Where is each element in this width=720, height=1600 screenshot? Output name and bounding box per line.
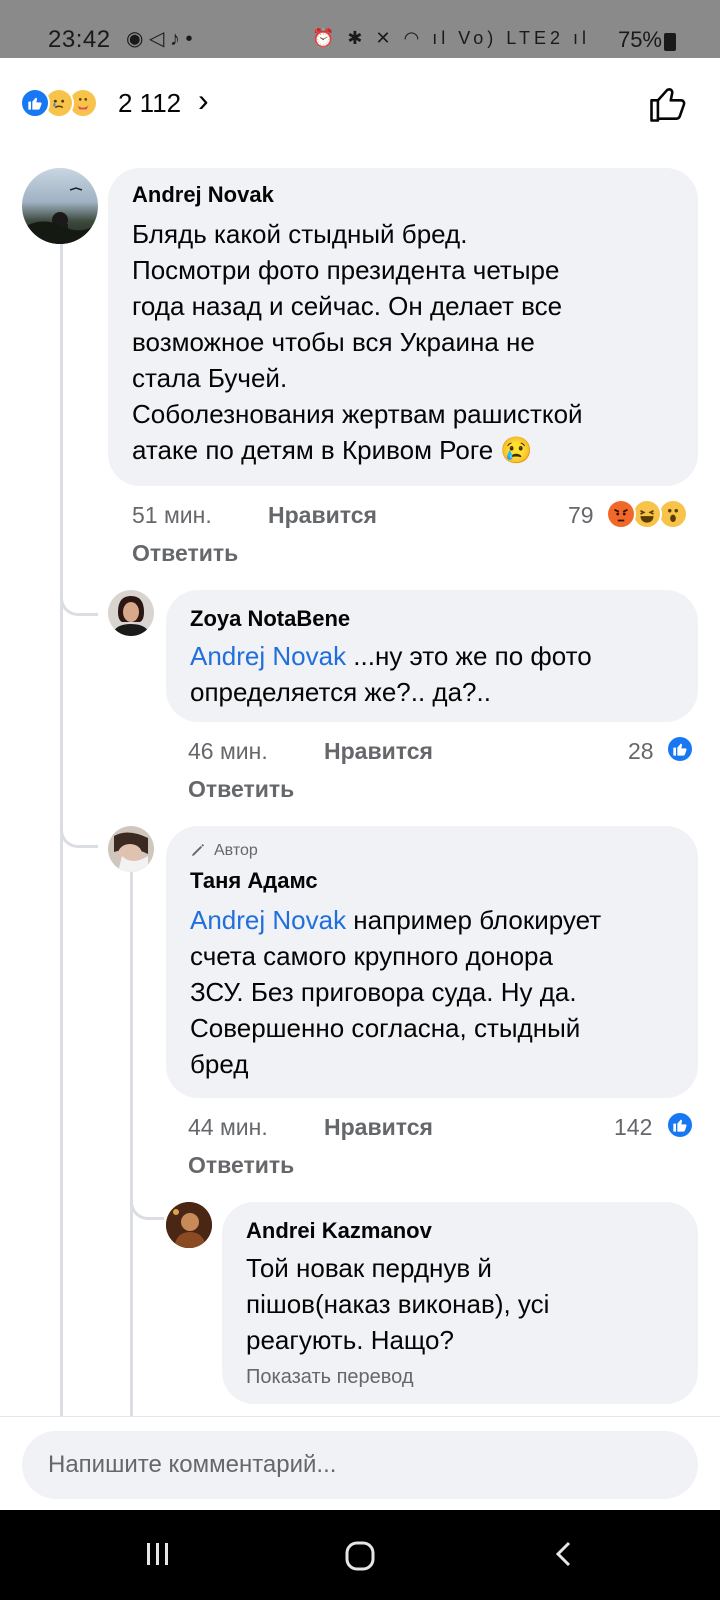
status-time: 23:42 [48, 26, 111, 53]
like-button[interactable]: Нравится [268, 502, 377, 529]
avatar[interactable] [108, 590, 154, 636]
comment-time: 46 мин. [188, 738, 268, 764]
comment-line: стала Бучей. [132, 363, 288, 393]
system-icons: ⏰ ✱ ✕ ◠ ıl Vo) LTE2 ıl [312, 28, 590, 48]
comment-text: Andrej Novak например блокирует счета са… [190, 902, 690, 1082]
haha-reaction-icon [632, 499, 662, 529]
reaction-count[interactable]: 2 112 [118, 88, 181, 119]
comment-text: Той новак перднув й пішов(наказ виконав)… [246, 1250, 686, 1358]
reactions-header: 2 112 › [0, 58, 720, 148]
comment-bubble: Zoya NotaBene Andrej Novak ...ну это же … [166, 590, 698, 722]
reply-button[interactable]: Ответить [188, 1152, 294, 1179]
comment-line: года назад и сейчас. Он делает все [132, 291, 563, 321]
author-badge: Автор [214, 842, 258, 859]
comment-line: Блядь какой стыдный бред. [132, 219, 468, 249]
thread-line [130, 872, 133, 1416]
comment-line-text: ...ну это же по фото [346, 641, 592, 671]
comment-line: Соболезнования жертвам рашисткой [132, 399, 583, 429]
like-button[interactable]: Нравится [324, 738, 433, 765]
comment-line: атаке по детям в Кривом Роге 😢 [132, 435, 533, 465]
comment-line: реагують. Нащо? [246, 1325, 454, 1355]
system-nav-bar [0, 1510, 720, 1600]
comment-line: возможное чтобы вся Украина не [132, 327, 535, 357]
comment-time: 51 мин. [132, 502, 212, 528]
notification-icons: ◉ ◁ ♪ • [126, 28, 193, 50]
status-bar: 23:42 ◉ ◁ ♪ • ⏰ ✱ ✕ ◠ ıl Vo) LTE2 ıl 75% [0, 0, 720, 58]
comment-bubble: Andrej Novak Блядь какой стыдный бред. П… [108, 168, 698, 486]
comment-line: Совершенно согласна, стыдный [190, 1013, 581, 1043]
like-button[interactable]: Нравится [324, 1114, 433, 1141]
angry-reaction-icon [606, 499, 636, 529]
like-outline-icon[interactable] [646, 82, 690, 126]
comment-line: бред [190, 1049, 249, 1079]
comment-line: ЗСУ. Без приговора суда. Ну да. [190, 977, 577, 1007]
chevron-right-icon[interactable]: › [198, 82, 209, 119]
thread-connector [130, 1182, 164, 1220]
mention-link[interactable]: Andrej Novak [190, 905, 346, 935]
comment-input[interactable]: Напишите комментарий... [22, 1431, 698, 1499]
like-reaction-icon [20, 88, 50, 118]
reply-button[interactable]: Ответить [132, 540, 238, 567]
mention-link[interactable]: Andrej Novak [190, 641, 346, 671]
comment-time: 44 мин. [188, 1114, 268, 1140]
like-reaction-icon [666, 735, 694, 763]
recent-apps-icon[interactable] [142, 1538, 174, 1570]
reaction-count[interactable]: 79 [568, 502, 594, 529]
comment-author[interactable]: Zoya NotaBene [190, 606, 350, 632]
back-icon[interactable] [548, 1538, 580, 1570]
avatar[interactable] [108, 826, 154, 872]
comment-line: пішов(наказ виконав), усі [246, 1289, 550, 1319]
reaction-count[interactable]: 142 [614, 1114, 652, 1141]
comment-author[interactable]: Таня Адамс [190, 868, 318, 894]
comment-line: счета самого крупного донора [190, 941, 553, 971]
comment-bubble: Автор Таня Адамс Andrej Novak например б… [166, 826, 698, 1098]
comment-text: Блядь какой стыдный бред. Посмотри фото … [132, 216, 692, 468]
home-icon[interactable] [342, 1538, 378, 1574]
comment-line: Той новак перднув й [246, 1253, 492, 1283]
comment-author[interactable]: Andrei Kazmanov [246, 1218, 432, 1244]
like-reaction-icon [666, 1111, 694, 1139]
comment-line: Посмотри фото президента четыре [132, 255, 560, 285]
avatar[interactable] [22, 168, 98, 244]
comment-line: определяется же?.. да?.. [190, 677, 491, 707]
thread-connector [60, 580, 98, 616]
comment-composer: Напишите комментарий... [0, 1416, 720, 1510]
reply-button[interactable]: Ответить [188, 776, 294, 803]
thread-connector [60, 812, 98, 848]
comment-bubble: Andrei Kazmanov Той новак перднув й пішо… [222, 1202, 698, 1404]
show-translation-link[interactable]: Показать перевод [246, 1366, 414, 1389]
comment-line: Andrej Novak ...ну это же по фото [190, 638, 690, 674]
comment-placeholder: Напишите комментарий... [48, 1451, 337, 1478]
pencil-icon [192, 844, 204, 856]
battery-icon [664, 33, 676, 51]
wow-reaction-icon [658, 499, 688, 529]
reaction-count[interactable]: 28 [628, 738, 654, 765]
avatar[interactable] [166, 1202, 212, 1248]
comment-text: Andrej Novak ...ну это же по фото опреде… [190, 638, 690, 710]
battery-level: 75% [617, 27, 662, 52]
comment-line: Andrej Novak например блокирует [190, 902, 690, 938]
comment-line-text: например блокирует [346, 905, 602, 935]
comment-author[interactable]: Andrej Novak [132, 182, 274, 208]
